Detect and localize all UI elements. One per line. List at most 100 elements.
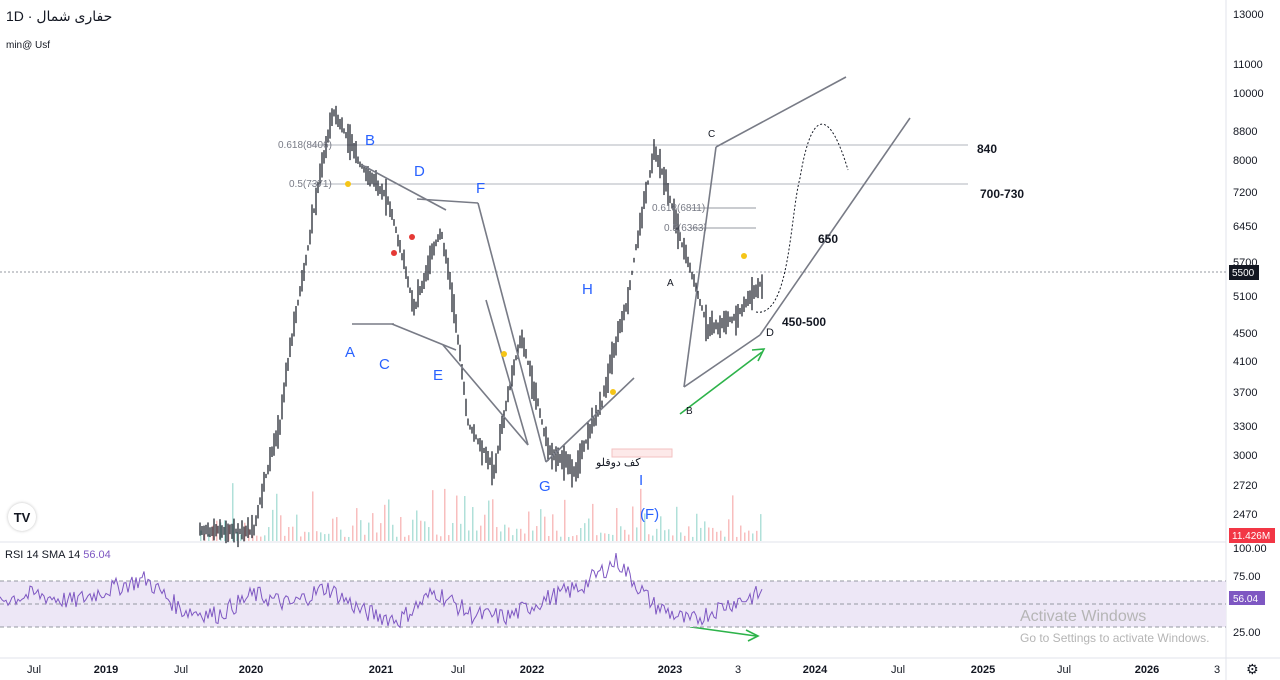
volume-bar <box>380 523 382 541</box>
time-tick: Jul <box>27 664 41 676</box>
volume-bar <box>484 514 486 541</box>
volume-bar <box>296 514 298 541</box>
volume-bar <box>696 513 698 541</box>
volume-bar <box>332 518 334 541</box>
gear-icon[interactable]: ⚙ <box>1246 661 1259 678</box>
volume-bar <box>304 531 306 541</box>
time-tick: Jul <box>451 664 465 676</box>
volume-bar <box>344 536 346 541</box>
trendline-d <box>416 198 479 204</box>
volume-bar <box>400 516 402 541</box>
double-bottom-label: کف دوقلو <box>595 457 641 469</box>
volume-bar <box>624 529 626 541</box>
time-tick: 3 <box>735 664 741 676</box>
volume-bar <box>480 525 482 541</box>
volume-bar <box>532 530 534 541</box>
fib-small-label-618: 0.618(6811) <box>652 203 705 214</box>
trendline-g <box>442 344 529 446</box>
volume-bar <box>364 534 366 541</box>
volume-bar <box>564 499 566 541</box>
volume-bar <box>616 508 618 541</box>
pattern-lines <box>352 76 911 463</box>
rsi-tick-25: 25.00 <box>1233 627 1261 639</box>
rsi-tick-100: 100.00 <box>1233 543 1267 555</box>
price-tick: 4500 <box>1233 328 1257 340</box>
time-tick: Jul <box>1057 664 1071 676</box>
volume-bar <box>544 516 546 541</box>
volume-bar <box>604 533 606 541</box>
time-axis[interactable]: Jul 2019 Jul 2020 2021 Jul 2022 2023 3 2024 Jul 202… <box>27 664 1220 676</box>
marker-yellow-2 <box>501 351 507 357</box>
volume-bar <box>312 491 314 541</box>
current-price-value: 5500 <box>1232 268 1255 279</box>
volume-bar <box>516 528 518 541</box>
rsi-legend[interactable]: RSI 14 SMA 14 56.04 <box>5 549 111 561</box>
tradingview-logo-icon[interactable]: TV <box>8 503 36 531</box>
volume-bar <box>652 535 654 541</box>
time-tick: 3 <box>1214 664 1220 676</box>
volume-bar <box>656 528 658 541</box>
volume-bar <box>404 536 406 541</box>
small-wave-d: D <box>766 327 774 339</box>
volume-bar <box>720 530 722 541</box>
chart-canvas[interactable]: 0.618(8406) 0.5(7371) 0.618(6811) 0.5(63… <box>0 0 1280 680</box>
small-wave-a: A <box>667 278 674 289</box>
volume-value: 11.426M <box>1232 531 1270 542</box>
volume-bar <box>424 521 426 541</box>
rsi-legend-name: RSI 14 SMA 14 <box>5 549 81 561</box>
volume-bar <box>376 532 378 541</box>
volume-bar <box>700 527 702 541</box>
volume-bar <box>372 513 374 541</box>
volume-bar <box>536 526 538 541</box>
volume-bar <box>668 529 670 541</box>
marker-yellow-4 <box>741 253 747 259</box>
volume-bar <box>352 525 354 541</box>
volume-bar <box>600 532 602 541</box>
volume-bar <box>628 534 630 541</box>
volume-bar <box>452 522 454 541</box>
price-tick: 3300 <box>1233 421 1257 433</box>
time-tick: 2019 <box>94 664 118 676</box>
volume-bar <box>524 533 526 541</box>
volume-bar <box>288 527 290 541</box>
price-tick: 8800 <box>1233 126 1257 138</box>
volume-bar <box>648 534 650 541</box>
time-tick: 2024 <box>803 664 828 676</box>
time-tick: 2022 <box>520 664 544 676</box>
volume-bar <box>612 534 614 541</box>
volume-bar <box>428 527 430 541</box>
volume-bar <box>432 490 434 541</box>
volume-bar <box>500 531 502 541</box>
small-wave-b: B <box>686 406 693 417</box>
price-tick: 11000 <box>1233 59 1263 71</box>
volume-bar <box>408 535 410 541</box>
volume-bar <box>492 499 494 541</box>
price-candles <box>199 105 763 548</box>
volume-bar <box>760 514 762 541</box>
volume-bar <box>704 521 706 541</box>
trendline-e <box>477 202 547 463</box>
volume-bar <box>444 488 446 541</box>
symbol-title[interactable]: حفاری شمال · 1D <box>6 8 112 25</box>
volume-bar <box>736 536 738 541</box>
volume-bar <box>756 530 758 541</box>
wave-label-e: E <box>433 367 443 384</box>
volume-bar <box>548 535 550 541</box>
level-700-730: 700-730 <box>980 187 1024 201</box>
price-tick: 10000 <box>1233 88 1264 100</box>
rsi-value: 56.04 <box>1233 594 1258 605</box>
channel-bottom <box>759 117 911 336</box>
volume-bar <box>572 536 574 541</box>
volume-bar <box>732 495 734 541</box>
price-tick: 8000 <box>1233 155 1257 167</box>
time-tick: Jul <box>174 664 188 676</box>
volume-bar <box>360 520 362 541</box>
price-tick: 7200 <box>1233 187 1257 199</box>
wave-label-h: H <box>582 281 593 298</box>
fib-label-05: 0.5(7371) <box>289 179 332 190</box>
volume-bar <box>680 532 682 541</box>
volume-bar <box>384 504 386 541</box>
volume-bar <box>528 511 530 541</box>
volume-bar <box>420 520 422 541</box>
volume-bar <box>264 535 266 541</box>
